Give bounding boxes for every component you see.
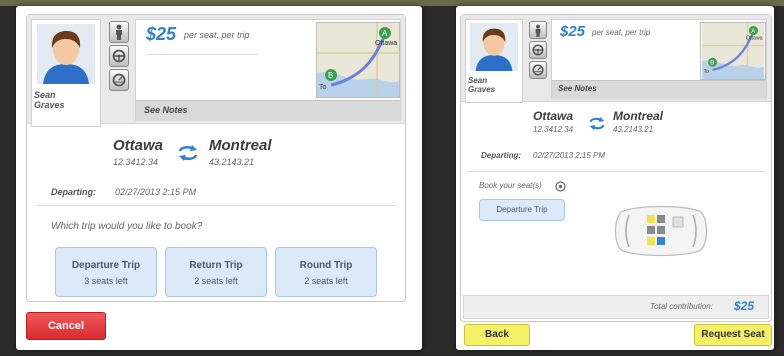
see-notes-bar[interactable]: See Notes (136, 100, 400, 121)
avatar-icon (37, 24, 95, 84)
map-city-b: To (319, 84, 327, 91)
map-city-a: Ottawa (375, 40, 397, 47)
departing-label: Departing: (481, 151, 521, 160)
seat[interactable] (657, 237, 665, 245)
route-map[interactable]: A B Ottawa To (316, 22, 400, 98)
origin-city: Ottawa (113, 137, 164, 154)
trip-card: Sean Graves $25 per seat, per trip A B O… (460, 14, 772, 322)
back-label: Back (485, 329, 509, 340)
departure-trip-tab[interactable]: Departure Trip (479, 199, 565, 221)
cancel-button[interactable]: Cancel (26, 312, 106, 340)
map-city-b: To (703, 69, 709, 75)
trip-seats: 3 seats left (84, 276, 128, 286)
trip-seats: 2 seats left (194, 276, 238, 286)
trip-detail-modal: Sean Graves $25 per seat, per trip A B O… (16, 6, 422, 350)
seat[interactable] (657, 215, 665, 223)
help-icon[interactable] (555, 179, 566, 197)
driver-last-name: Graves (34, 100, 65, 110)
total-bar: Total contribution: $25 (463, 295, 769, 319)
trip-title: Round Trip (299, 260, 353, 271)
price: $25 (560, 23, 586, 40)
map-marker-b: B (328, 71, 333, 80)
destination-coords: 43.2143.21 (613, 125, 654, 134)
return-trip-button[interactable]: Return Trip 2 seats left (165, 247, 267, 297)
destination-city: Montreal (613, 109, 664, 123)
driver-profile[interactable]: Sean Graves (31, 19, 101, 127)
avatar (470, 23, 518, 71)
cancel-label: Cancel (47, 320, 85, 332)
origin-city: Ottawa (533, 109, 574, 123)
origin-coords: 12.3412.34 (533, 125, 574, 134)
total-value: $25 (734, 299, 755, 313)
route-map[interactable]: A B Ottawa To (700, 22, 766, 80)
speedometer-icon[interactable] (529, 61, 547, 79)
person-icon[interactable] (109, 21, 129, 43)
seat[interactable] (647, 226, 655, 234)
seat-booking-modal: Sean Graves $25 per seat, per trip A B O… (456, 6, 774, 350)
trip-info-box: $25 per seat, per trip A B Ottawa To See… (135, 19, 401, 121)
person-icon[interactable] (529, 21, 547, 39)
section-divider (467, 171, 765, 172)
route-map-image: A B Ottawa To (701, 23, 765, 79)
swap-arrows-icon[interactable] (588, 117, 606, 135)
driver-last-name: Graves (468, 85, 496, 94)
avatar (37, 24, 95, 84)
destination-coords: 43.2143.21 (209, 157, 255, 167)
departing-value: 02/27/2013 2:15 PM (533, 151, 606, 160)
total-label: Total contribution: (650, 302, 713, 311)
trip-question: Which trip would you like to book? (51, 221, 203, 232)
departing-value: 02/27/2013 2:15 PM (115, 187, 197, 197)
seat[interactable] (647, 215, 655, 223)
car-seat-selector[interactable] (611, 205, 711, 262)
map-marker-a: A (382, 29, 388, 38)
price-unit: per seat, per trip (592, 28, 651, 37)
see-notes-bar[interactable]: See Notes (552, 80, 766, 99)
map-marker-b: B (710, 61, 714, 67)
see-notes-label: See Notes (558, 84, 597, 93)
destination-city: Montreal (209, 137, 272, 154)
trip-title: Return Trip (189, 260, 243, 271)
book-seats-label: Book your seat(s) (479, 181, 542, 190)
speedometer-icon[interactable] (109, 69, 129, 91)
route-map-image: A B Ottawa To (317, 23, 399, 97)
see-notes-label: See Notes (144, 105, 188, 115)
departure-trip-button[interactable]: Departure Trip 3 seats left (55, 247, 157, 297)
price-unit: per seat, per trip (184, 30, 250, 40)
steering-wheel-icon[interactable] (529, 41, 547, 59)
seat[interactable] (647, 237, 655, 245)
trip-seats: 2 seats left (304, 276, 348, 286)
price: $25 (146, 24, 177, 44)
departure-trip-label: Departure Trip (496, 205, 548, 214)
request-seat-button[interactable]: Request Seat (694, 324, 772, 346)
driver-first-name: Sean (34, 90, 56, 100)
car-top-icon (614, 205, 708, 257)
origin-coords: 12.3412.34 (113, 157, 159, 167)
departing-label: Departing: (51, 187, 96, 197)
driver-seat (672, 216, 684, 228)
trip-title: Departure Trip (71, 260, 141, 271)
price-divider (146, 54, 258, 55)
steering-wheel-icon[interactable] (109, 45, 129, 67)
trip-card: Sean Graves $25 per seat, per trip A B O… (26, 14, 406, 302)
map-city-a: Ottawa (746, 36, 763, 42)
trip-info-box: $25 per seat, per trip A B Ottawa To See (551, 19, 767, 99)
section-divider (37, 205, 397, 206)
seat[interactable] (657, 226, 665, 234)
request-seat-label: Request Seat (701, 329, 765, 340)
back-button[interactable]: Back (464, 324, 530, 346)
driver-profile[interactable]: Sean Graves (465, 19, 523, 103)
round-trip-button[interactable]: Round Trip 2 seats left (275, 247, 377, 297)
avatar-icon (470, 23, 518, 71)
swap-arrows-icon[interactable] (177, 145, 199, 166)
